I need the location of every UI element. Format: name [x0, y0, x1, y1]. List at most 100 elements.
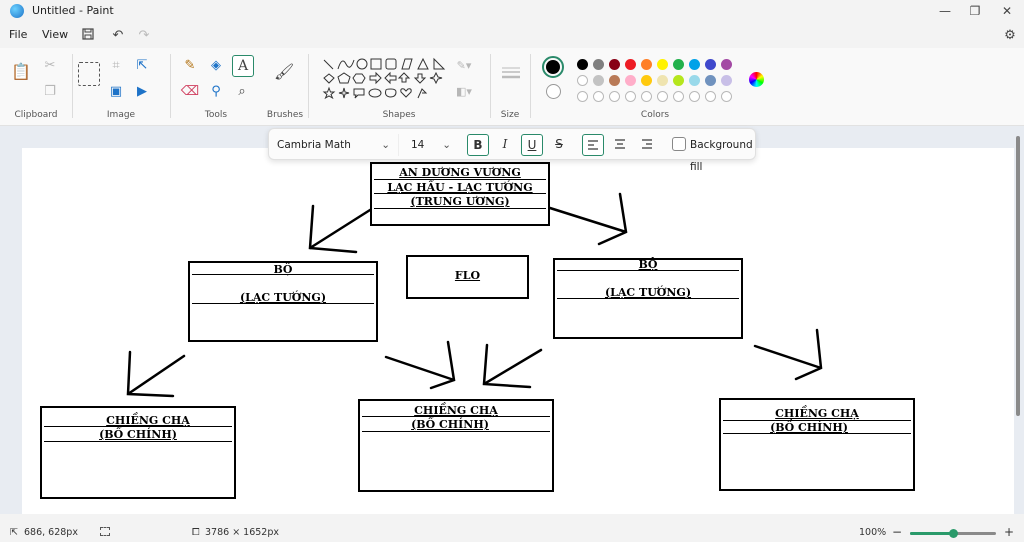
align-left-button[interactable]	[582, 134, 604, 156]
brushes-label: Brushes	[266, 110, 304, 120]
color-swatch[interactable]	[673, 59, 684, 70]
custom-color-slot[interactable]	[673, 91, 684, 102]
chieng-cha-3-line2: (BỒ CHÍNH)	[770, 421, 848, 434]
select-icon[interactable]	[78, 62, 100, 86]
align-right-button[interactable]	[636, 134, 658, 156]
status-bar: ⇱ 686, 628px ⧠ 3786 × 1652px 100% − +	[0, 522, 1024, 542]
color-swatch[interactable]	[593, 59, 604, 70]
color-swatch[interactable]	[609, 59, 620, 70]
custom-color-slot[interactable]	[657, 91, 668, 102]
shapes-gallery[interactable]	[318, 56, 448, 104]
zoom-slider-thumb[interactable]	[949, 529, 958, 538]
tools-label: Tools	[204, 110, 228, 120]
save-icon[interactable]	[80, 28, 96, 44]
fill-icon[interactable]: ◧▾	[454, 82, 474, 102]
box-line	[362, 431, 550, 432]
redo-icon[interactable]: ↷	[136, 28, 152, 44]
custom-color-slot[interactable]	[721, 91, 732, 102]
close-button[interactable]: ✕	[992, 2, 1022, 20]
resize-icon[interactable]: ⇱	[132, 56, 152, 76]
top-box-line2: LẠC HẦU - LẠC TƯỚNG	[387, 181, 533, 194]
paste-icon[interactable]: 📋	[10, 62, 32, 88]
clipboard-group: 📋 ✂ ❐ Clipboard	[0, 48, 72, 126]
maximize-button[interactable]: ❐	[960, 2, 990, 20]
custom-color-slot[interactable]	[625, 91, 636, 102]
zoom-out-button[interactable]: −	[892, 525, 902, 539]
color-swatch[interactable]	[577, 75, 588, 86]
vertical-scrollbar[interactable]	[1016, 136, 1020, 416]
color-swatch[interactable]	[641, 75, 652, 86]
zoom-in-button[interactable]: +	[1004, 525, 1014, 539]
color-swatch[interactable]	[721, 59, 732, 70]
selection-size-icon	[100, 527, 110, 536]
color-swatch[interactable]	[673, 75, 684, 86]
custom-color-slot[interactable]	[593, 91, 604, 102]
drawing-canvas[interactable]: AN DƯƠNG VƯƠNG LẠC HẦU - LẠC TƯỚNG (TRUN…	[22, 148, 1014, 514]
shapes-group: ✎▾ ◧▾ Shapes	[308, 48, 490, 126]
brush-icon[interactable]: 🖌	[274, 62, 294, 82]
font-size-select[interactable]: 14 ⌄	[411, 134, 451, 156]
paint-app-icon	[10, 4, 24, 18]
crop-icon[interactable]: ⌗	[106, 56, 126, 76]
color-swatch[interactable]	[625, 59, 636, 70]
zoom-slider[interactable]	[910, 529, 996, 538]
custom-color-slot[interactable]	[577, 91, 588, 102]
minimize-button[interactable]: —	[930, 2, 960, 20]
magnifier-icon[interactable]: ⌕	[232, 82, 252, 102]
chevron-down-icon: ⌄	[442, 139, 451, 151]
image-crop-icon[interactable]: ▣	[106, 82, 126, 102]
rotate-icon[interactable]: ▶	[132, 82, 152, 102]
eraser-icon[interactable]: ⌫	[180, 82, 200, 102]
color-swatch[interactable]	[593, 75, 604, 86]
color-swatch[interactable]	[705, 75, 716, 86]
custom-color-slot[interactable]	[689, 91, 700, 102]
right-bo-box: BỘ (LẠC TƯỚNG)	[553, 258, 743, 339]
color-swatch[interactable]	[609, 75, 620, 86]
chieng-cha-3-line1: CHIỀNG CHẠ	[775, 407, 859, 420]
bold-button[interactable]: B	[467, 134, 489, 156]
color-picker-icon[interactable]: ⚲	[206, 82, 226, 102]
font-family-select[interactable]: Cambria Math ⌄	[277, 134, 399, 156]
color-swatch[interactable]	[689, 75, 700, 86]
color-swatch[interactable]	[625, 75, 636, 86]
custom-color-slot[interactable]	[705, 91, 716, 102]
background-fill-checkbox[interactable]	[672, 137, 686, 151]
text-tool-icon[interactable]: A	[232, 55, 254, 77]
size-label: Size	[500, 110, 520, 120]
primary-color[interactable]	[542, 56, 564, 78]
menu-bar: File View ↶ ↷ ⚙	[0, 24, 1024, 46]
strikethrough-button[interactable]: S	[548, 134, 570, 156]
pencil-icon[interactable]: ✎	[180, 56, 200, 76]
color-swatch[interactable]	[657, 75, 668, 86]
chieng-cha-2-line2: (BỒ CHÍNH)	[411, 418, 489, 431]
view-menu[interactable]: View	[42, 28, 68, 41]
align-center-button[interactable]	[609, 134, 631, 156]
image-group: ⌗ ⇱ ▣ ▶ Image	[72, 48, 170, 126]
color-swatch[interactable]	[705, 59, 716, 70]
color-swatch[interactable]	[577, 59, 588, 70]
color-swatch[interactable]	[641, 59, 652, 70]
edit-colors-icon[interactable]	[749, 72, 764, 87]
size-lines-icon[interactable]	[502, 66, 520, 80]
file-menu[interactable]: File	[9, 28, 27, 41]
box-line	[374, 179, 546, 180]
settings-profile-icon[interactable]: ⚙	[1002, 28, 1018, 44]
color-swatch[interactable]	[721, 75, 732, 86]
colors-group: Colors	[530, 48, 780, 126]
undo-icon[interactable]: ↶	[110, 28, 126, 44]
chieng-cha-box-3: CHIỀNG CHẠ (BỒ CHÍNH)	[719, 398, 915, 491]
custom-color-slot[interactable]	[641, 91, 652, 102]
custom-color-slot[interactable]	[609, 91, 620, 102]
color-swatch[interactable]	[657, 59, 668, 70]
cut-icon[interactable]: ✂	[40, 56, 60, 76]
copy-icon[interactable]: ❐	[40, 82, 60, 102]
underline-button[interactable]: U	[521, 134, 543, 156]
outline-icon[interactable]: ✎▾	[454, 56, 474, 76]
fill-bucket-icon[interactable]: ◈	[206, 56, 226, 76]
left-bo-text: BỘ	[273, 263, 293, 276]
secondary-color[interactable]	[546, 84, 561, 99]
chieng-cha-1-line1: CHIỀNG CHẠ	[106, 414, 190, 427]
chevron-down-icon: ⌄	[381, 139, 390, 151]
italic-button[interactable]: I	[494, 134, 516, 156]
color-swatch[interactable]	[689, 59, 700, 70]
